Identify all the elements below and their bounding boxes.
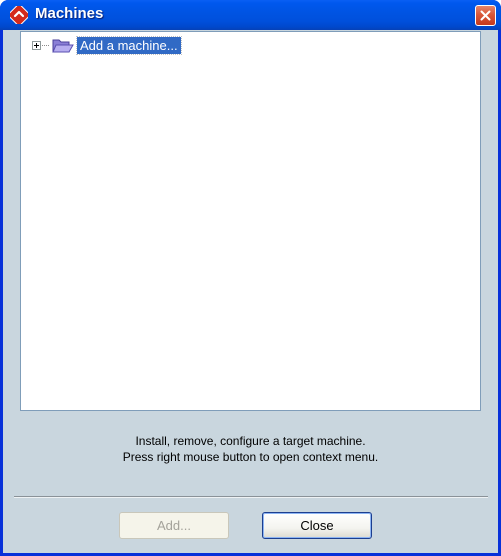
help-text: Install, remove, configure a target mach… [3,433,498,465]
divider [14,496,488,498]
help-text-line-1: Install, remove, configure a target mach… [135,434,366,448]
app-logo-icon [8,4,30,26]
help-text-line-2: Press right mouse button to open context… [122,450,379,464]
close-button[interactable]: Close [262,512,372,539]
window-title: Machines [35,5,104,22]
expand-icon[interactable] [32,40,41,50]
close-window-button[interactable] [475,5,496,26]
tree-connector [42,44,50,46]
machine-tree[interactable]: Add a machine... [20,31,481,411]
title-bar[interactable]: Machines [0,0,501,30]
close-icon [480,10,491,21]
tree-item-add-machine[interactable]: Add a machine... [32,35,182,55]
tree-item-label[interactable]: Add a machine... [76,35,182,55]
machines-window: Machines Add a machine... Install, remov… [0,0,501,556]
add-button[interactable]: Add... [119,512,229,539]
folder-icon [52,37,74,54]
